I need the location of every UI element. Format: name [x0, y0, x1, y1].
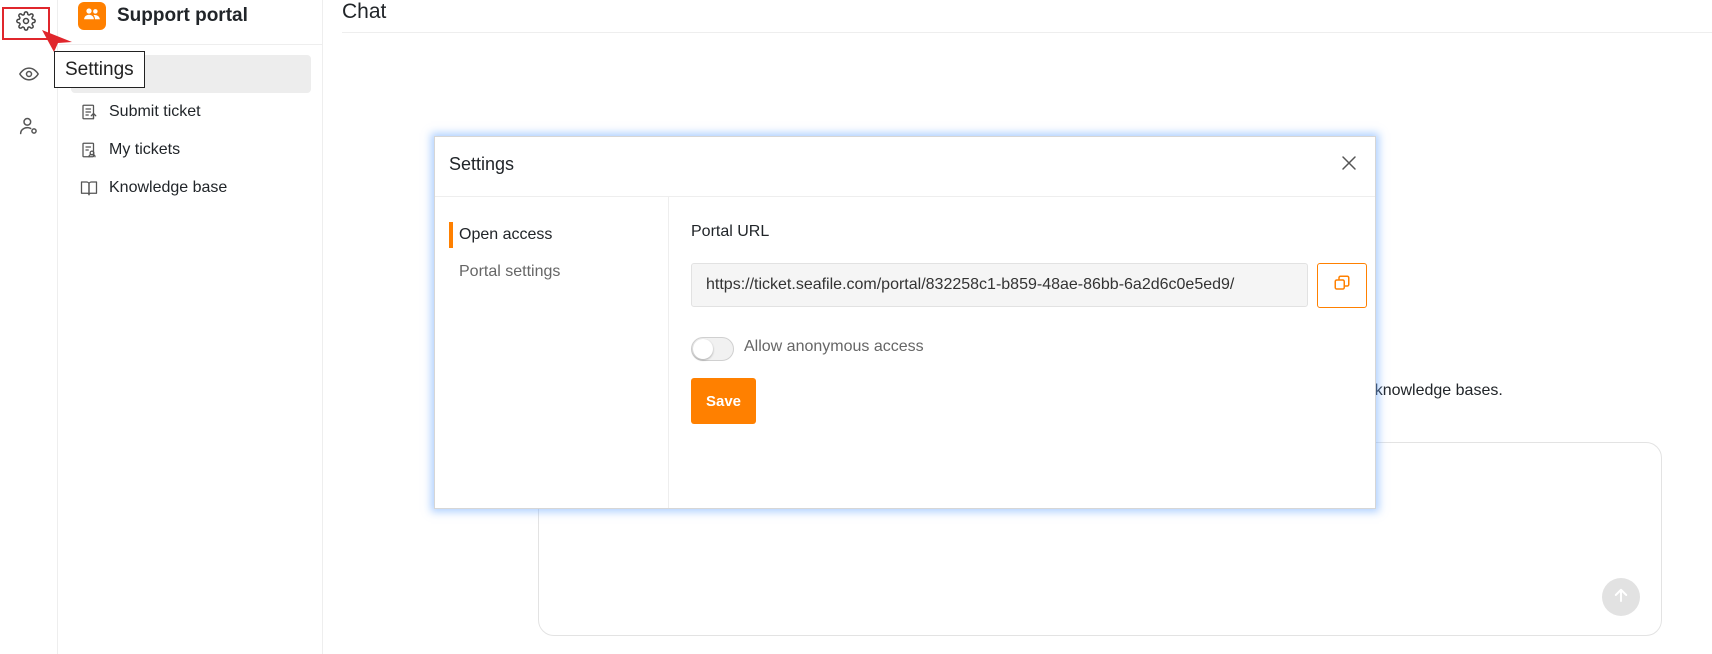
dialog-header: Settings [435, 137, 1375, 197]
anonymous-access-toggle[interactable] [691, 337, 734, 361]
nav-item-label: Knowledge base [109, 179, 228, 196]
settings-tooltip: Settings [54, 51, 145, 88]
user-settings-icon [19, 116, 39, 141]
copy-icon [1333, 274, 1351, 297]
send-button[interactable] [1602, 578, 1640, 616]
book-icon [79, 178, 99, 198]
menu-item-portal-settings[interactable]: Portal settings [449, 259, 560, 285]
nav-item-knowledge-base[interactable]: Knowledge base [71, 169, 311, 207]
icon-rail [0, 0, 72, 654]
page-title: Chat [342, 0, 387, 23]
menu-item-open-access[interactable]: Open access [449, 222, 552, 248]
preview-button[interactable] [14, 61, 44, 91]
portal-url-input[interactable] [691, 263, 1308, 307]
dialog-body: Portal URL Allow anonymous access Save [691, 197, 1375, 508]
nav-item-label: My tickets [109, 141, 181, 158]
portal-title: Support portal [117, 5, 248, 26]
anonymous-access-label: Allow anonymous access [744, 338, 924, 355]
toggle-knob [693, 339, 713, 359]
gear-icon [16, 11, 36, 36]
nav-item-label: Submit ticket [109, 103, 201, 120]
nav-item-submit-ticket[interactable]: Submit ticket [71, 93, 311, 131]
save-button[interactable]: Save [691, 378, 756, 424]
close-icon [1340, 154, 1358, 177]
dialog-menu: Open access Portal settings [435, 197, 669, 508]
nav-sidebar: Support portal Submit ticket My tickets … [59, 0, 323, 654]
eye-icon [19, 64, 39, 89]
nav-item-my-tickets[interactable]: My tickets [71, 131, 311, 169]
close-button[interactable] [1337, 153, 1361, 177]
divider [342, 32, 1712, 33]
arrow-up-icon [1612, 586, 1630, 609]
copy-url-button[interactable] [1317, 263, 1367, 308]
app: Settings Support portal Submit ticket My… [0, 0, 1712, 654]
ticket-submit-icon [79, 102, 99, 122]
ticket-list-icon [79, 140, 99, 160]
dialog-title: Settings [449, 154, 515, 174]
nav-header: Support portal [59, 0, 323, 45]
portal-url-label: Portal URL [691, 223, 770, 240]
portal-logo [78, 2, 106, 30]
users-group-icon [83, 5, 101, 28]
settings-dialog: Settings Open access Portal settings Por… [434, 136, 1376, 509]
users-button[interactable] [14, 113, 44, 143]
